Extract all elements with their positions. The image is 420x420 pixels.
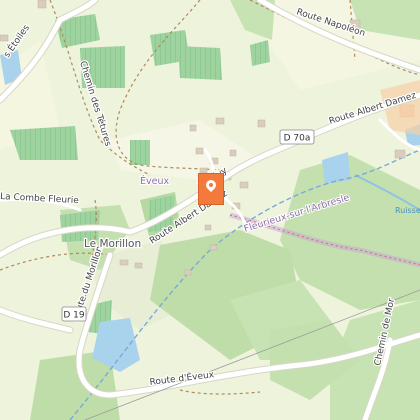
map-view[interactable]: Route Napoléon Route Albert Damez Route … [0,0,420,420]
map-pin-icon [203,177,219,193]
road-shield-d19-label: D 19 [63,311,85,321]
road-shield-d70a-label: D 70a [284,134,311,144]
place-label-eveux: Éveux [140,175,169,187]
location-marker[interactable] [198,173,224,205]
road-label-la-combe-fleurie: La Combe Fleurie [0,192,79,206]
water-label-ruisseau: Ruisse [395,206,420,215]
road-shield-d19: D 19 [61,306,87,322]
map-canvas: Route Napoléon Route Albert Damez Route … [0,0,420,420]
place-label-le-morillon: Le Morillon [84,238,141,250]
road-shield-d70a: D 70a [279,129,315,145]
